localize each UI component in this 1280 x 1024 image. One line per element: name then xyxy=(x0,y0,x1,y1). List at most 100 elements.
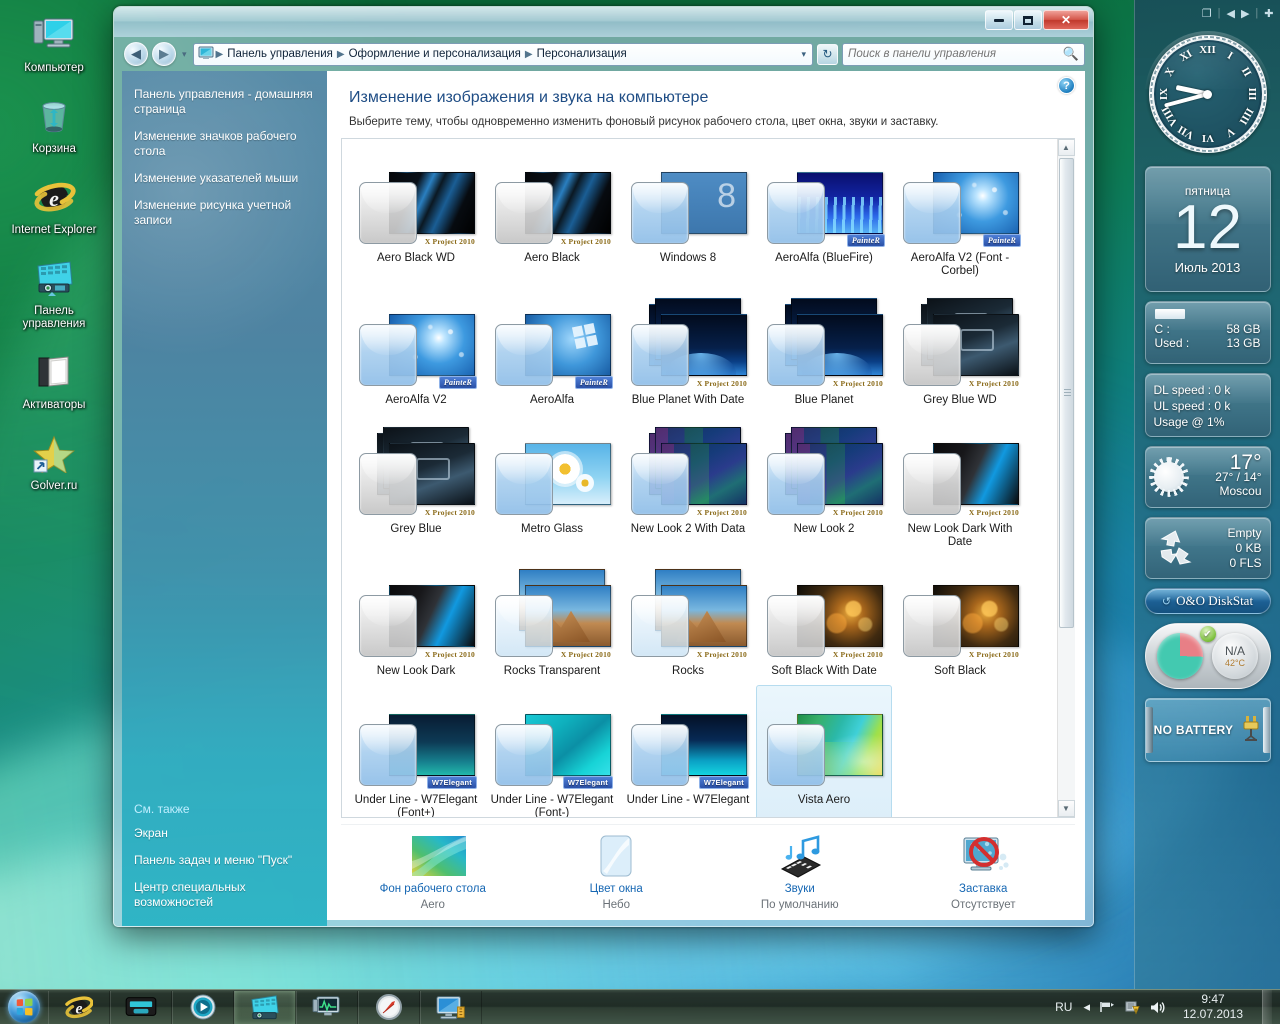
option-window-color[interactable]: Цвет окна Небо xyxy=(536,835,696,911)
taskbar-item-windows-media-player[interactable] xyxy=(172,991,234,1024)
recent-locations-button[interactable]: ▾ xyxy=(180,49,189,60)
theme-item[interactable]: X Project 2010 New Look 2 xyxy=(756,414,892,554)
network-meter-gadget[interactable]: DL speed : 0 k UL speed : 0 k Usage @ 1% xyxy=(1145,373,1271,437)
diskstat-gauge-gadget[interactable]: ✔ N/A 42°C xyxy=(1145,623,1271,689)
theme-item[interactable]: X Project 2010 Rocks Transparent xyxy=(484,556,620,683)
theme-item[interactable]: X Project 2010 New Look Dark xyxy=(348,556,484,683)
calendar-gadget[interactable]: пятница 12 Июль 2013 xyxy=(1145,166,1271,292)
theme-name: Windows 8 xyxy=(660,252,716,265)
theme-item[interactable]: X Project 2010 Grey Blue xyxy=(348,414,484,554)
scroll-down-button[interactable]: ▼ xyxy=(1058,800,1075,817)
theme-item[interactable]: X Project 2010 Rocks xyxy=(620,556,756,683)
option-label[interactable]: Заставка xyxy=(959,883,1007,895)
sidebar-item-change-mouse-pointers[interactable]: Изменение указателей мыши xyxy=(122,165,327,192)
option-screensaver[interactable]: Заставка Отсутствует xyxy=(903,835,1063,911)
search-icon[interactable]: 🔍 xyxy=(1063,46,1079,62)
taskbar-item-system-monitor[interactable] xyxy=(296,991,358,1024)
option-label[interactable]: Звуки xyxy=(785,883,815,895)
personalization-window[interactable]: ✕ ◀ ▶ ▾ ▶ Панель управления ▶ Оформление… xyxy=(113,6,1094,927)
theme-item[interactable]: X Project 2010 Soft Black With Date xyxy=(756,556,892,683)
option-label[interactable]: Фон рабочего стола xyxy=(380,883,486,895)
taskbar-item-internet-explorer[interactable]: e xyxy=(48,991,110,1024)
show-desktop-button[interactable] xyxy=(1262,990,1272,1024)
theme-item[interactable]: X Project 2010 New Look 2 With Data xyxy=(620,414,756,554)
language-indicator[interactable]: RU xyxy=(1053,1000,1074,1014)
theme-item[interactable]: X Project 2010 Aero Black xyxy=(484,143,620,283)
option-sounds[interactable]: Звуки По умолчанию xyxy=(720,835,880,911)
taskbar[interactable]: e RU ◂ 9:47 12.07.2013 xyxy=(0,989,1280,1024)
taskbar-item-display-settings[interactable] xyxy=(420,991,482,1024)
window-titlebar[interactable]: ✕ xyxy=(114,7,1093,37)
see-also-item-taskbar-start-menu[interactable]: Панель задач и меню "Пуск" xyxy=(122,847,327,874)
clock-gadget[interactable]: XII I II III IIII V VI VII VIII IX X XI xyxy=(1145,31,1271,157)
scrollbar-thumb[interactable] xyxy=(1059,158,1074,628)
stack-icon[interactable]: ❐ xyxy=(1202,7,1212,20)
theme-item[interactable]: PainteR AeroAlfa V2 (Font - Corbel) xyxy=(892,143,1028,283)
theme-grid[interactable]: X Project 2010 Aero Black WD X Project 201… xyxy=(342,139,1057,817)
next-gadget-button[interactable]: ▶ xyxy=(1241,7,1249,20)
close-button[interactable]: ✕ xyxy=(1043,10,1089,30)
drive-gadget[interactable]: C : 58 GB Used : 13 GB xyxy=(1145,301,1271,364)
theme-item[interactable]: PainteR AeroAlfa (BlueFire) xyxy=(756,143,892,283)
previous-gadget-button[interactable]: ◀ xyxy=(1226,7,1234,20)
option-desktop-background[interactable]: Фон рабочего стола Aero xyxy=(353,835,513,911)
weather-gadget[interactable]: 17° 27° / 14° Moscou xyxy=(1145,446,1271,508)
sidebar-item-change-account-picture[interactable]: Изменение рисунка учетной записи xyxy=(122,192,327,234)
theme-item[interactable]: W7Elegant Under Line - W7Elegant xyxy=(620,685,756,817)
back-button[interactable]: ◀ xyxy=(124,42,148,66)
see-also-item-display[interactable]: Экран xyxy=(122,820,327,847)
theme-item[interactable]: X Project 2010 Blue Planet xyxy=(756,285,892,412)
address-bar[interactable]: ▶ Панель управления ▶ Оформление и персо… xyxy=(193,43,813,66)
minimize-button[interactable] xyxy=(985,10,1013,30)
breadcrumb-item-appearance[interactable]: Оформление и персонализация xyxy=(347,47,523,61)
desktop-icon-golver-shortcut[interactable]: Golver.ru xyxy=(4,426,104,497)
theme-item[interactable]: X Project 2010 Soft Black xyxy=(892,556,1028,683)
recycle-bin-gadget[interactable]: Empty 0 KB 0 FLS xyxy=(1145,517,1271,579)
battery-gadget[interactable]: NO BATTERY xyxy=(1145,698,1271,762)
theme-item[interactable]: X Project 2010 New Look Dark With Date xyxy=(892,414,1028,554)
search-input[interactable] xyxy=(848,48,1063,60)
sidebar-item-change-desktop-icons[interactable]: Изменение значков рабочего стола xyxy=(122,123,327,165)
desktop-icon-activators-folder[interactable]: Активаторы xyxy=(4,345,104,416)
option-label[interactable]: Цвет окна xyxy=(590,883,643,895)
desktop-icon-internet-explorer[interactable]: e Internet Explorer xyxy=(4,170,104,241)
theme-item-selected[interactable]: Vista Aero xyxy=(756,685,892,817)
search-box[interactable]: 🔍 xyxy=(842,43,1085,66)
show-hidden-icons-button[interactable]: ◂ xyxy=(1083,999,1090,1015)
theme-grid-scrollbar[interactable]: ▲ ▼ xyxy=(1057,139,1074,817)
theme-item[interactable]: W7Elegant Under Line - W7Elegant (Font-) xyxy=(484,685,620,817)
forward-button[interactable]: ▶ xyxy=(152,42,176,66)
sidebar-item-control-panel-home[interactable]: Панель управления - домашняя страница xyxy=(122,81,327,123)
breadcrumb-item-personalization[interactable]: Персонализация xyxy=(535,47,629,61)
taskbar-clock[interactable]: 9:47 12.07.2013 xyxy=(1175,992,1251,1022)
maximize-button[interactable] xyxy=(1014,10,1042,30)
theme-item[interactable]: X Project 2010 Aero Black WD xyxy=(348,143,484,283)
taskbar-item-media-device[interactable] xyxy=(110,991,172,1024)
theme-item[interactable]: PainteR AeroAlfa xyxy=(484,285,620,412)
theme-item[interactable]: X Project 2010 Grey Blue WD xyxy=(892,285,1028,412)
desktop-icon-control-panel[interactable]: Панель управления xyxy=(4,251,104,335)
refresh-button[interactable]: ↻ xyxy=(817,44,838,65)
desktop-icon-recycle-bin[interactable]: Корзина xyxy=(4,89,104,160)
taskbar-item-control-panel[interactable] xyxy=(234,991,296,1024)
desktop[interactable]: Компьютер Корзина e Internet Explorer Па… xyxy=(0,0,1280,1024)
scroll-up-button[interactable]: ▲ xyxy=(1058,139,1075,156)
theme-item[interactable]: X Project 2010 Blue Planet With Date xyxy=(620,285,756,412)
theme-item[interactable]: PainteR AeroAlfa V2 xyxy=(348,285,484,412)
oo-diskstat-button[interactable]: ↺ O&O DiskStat xyxy=(1145,588,1271,614)
see-also-item-ease-of-access-center[interactable]: Центр специальных возможностей xyxy=(122,874,327,916)
theme-item[interactable]: W7Elegant Under Line - W7Elegant (Font+) xyxy=(348,685,484,817)
theme-item[interactable]: 8 Windows 8 xyxy=(620,143,756,283)
desktop-icon-computer[interactable]: Компьютер xyxy=(4,8,104,79)
address-dropdown-button[interactable]: ▾ xyxy=(797,49,810,60)
action-center-icon[interactable] xyxy=(1124,1000,1140,1015)
taskbar-item-compass[interactable] xyxy=(358,991,420,1024)
breadcrumb-item-control-panel[interactable]: Панель управления xyxy=(225,47,335,61)
scrollbar-track[interactable] xyxy=(1058,156,1075,800)
start-button[interactable] xyxy=(0,990,48,1024)
network-icon[interactable] xyxy=(1099,1000,1115,1014)
help-button[interactable]: ? xyxy=(1058,77,1075,94)
add-gadget-button[interactable]: ✚ xyxy=(1264,7,1273,20)
volume-icon[interactable] xyxy=(1149,1000,1166,1015)
theme-item[interactable]: Metro Glass xyxy=(484,414,620,554)
